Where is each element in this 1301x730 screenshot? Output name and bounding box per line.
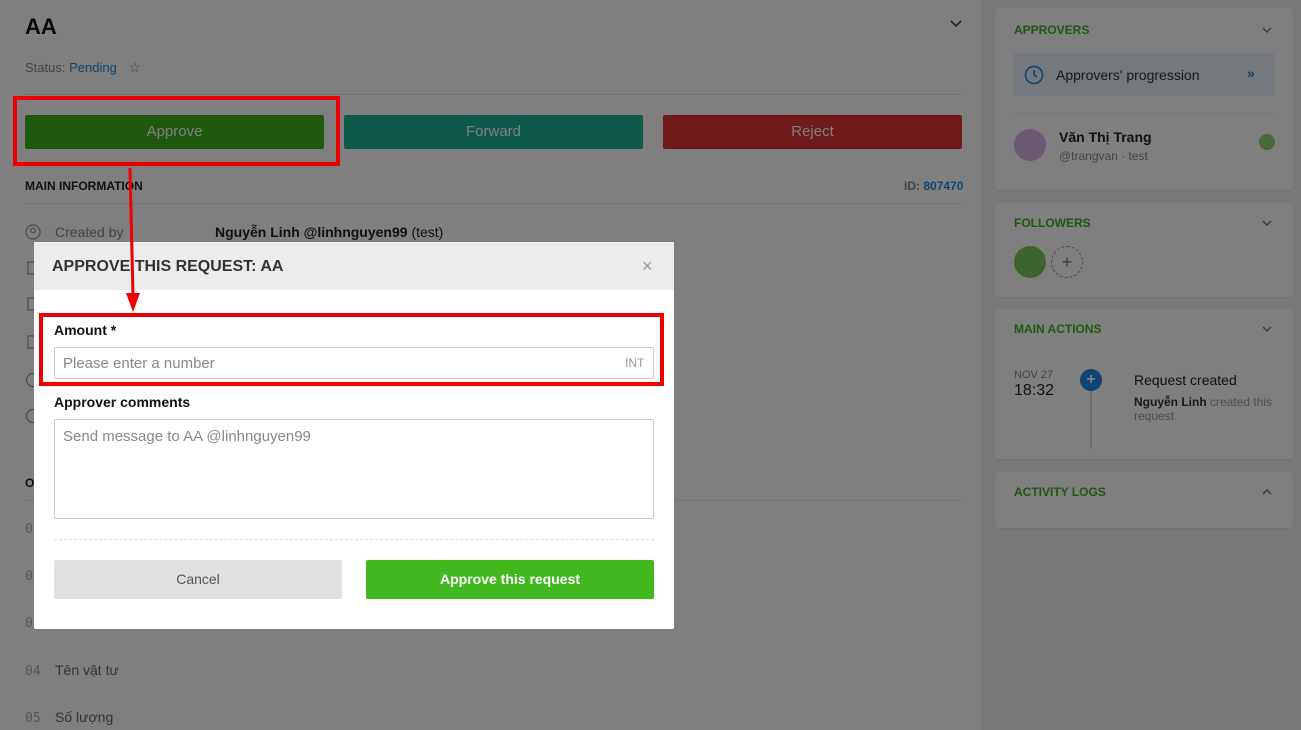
close-icon[interactable]: × xyxy=(642,256,653,277)
approve-modal: APPROVE THIS REQUEST: AA × Amount * INT … xyxy=(34,242,674,629)
comments-textarea[interactable] xyxy=(54,419,654,519)
divider xyxy=(54,539,654,540)
modal-title: APPROVE THIS REQUEST: AA xyxy=(52,258,284,275)
approve-request-button[interactable]: Approve this request xyxy=(366,560,654,599)
cancel-button[interactable]: Cancel xyxy=(54,560,342,599)
highlight-box-approve xyxy=(13,96,340,166)
highlight-box-amount xyxy=(39,313,664,386)
modal-header: APPROVE THIS REQUEST: AA × xyxy=(34,242,674,290)
comments-label: Approver comments xyxy=(54,394,191,410)
